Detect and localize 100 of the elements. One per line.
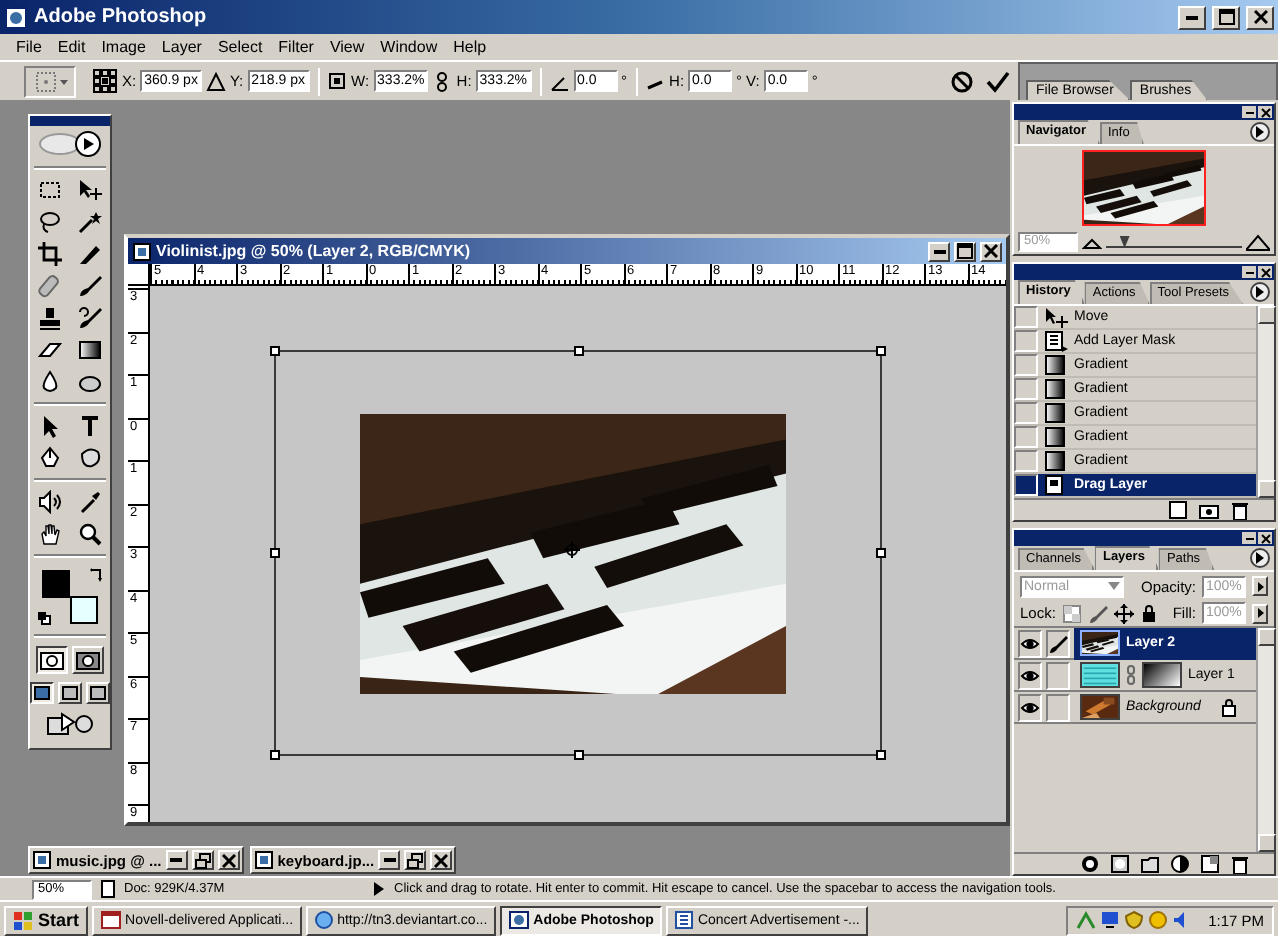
visibility-toggle[interactable] bbox=[1018, 629, 1042, 657]
ruler-origin[interactable] bbox=[128, 264, 150, 286]
arrow-button[interactable] bbox=[1252, 576, 1268, 596]
panel-close-button[interactable] bbox=[1258, 266, 1272, 278]
minimize-button[interactable] bbox=[928, 241, 950, 261]
foreground-color-swatch[interactable] bbox=[42, 570, 70, 598]
start-button[interactable]: Start bbox=[4, 905, 88, 935]
panel-minimize-button[interactable] bbox=[1242, 266, 1256, 278]
menu-item[interactable]: File bbox=[8, 38, 50, 56]
transform-handle[interactable] bbox=[270, 548, 280, 558]
lock-icon[interactable] bbox=[1139, 603, 1158, 623]
magic-wand-icon[interactable] bbox=[78, 210, 102, 234]
panel-close-button[interactable] bbox=[1258, 106, 1272, 118]
eyedropper-icon[interactable] bbox=[78, 490, 102, 514]
transform-handle[interactable] bbox=[876, 346, 886, 356]
palette-menu-button[interactable] bbox=[1250, 282, 1270, 302]
speaker-icon[interactable] bbox=[38, 490, 62, 514]
swap-arrow-icon[interactable] bbox=[90, 566, 104, 582]
close-button[interactable] bbox=[430, 850, 453, 870]
bandage-icon[interactable] bbox=[38, 274, 62, 298]
minimize-button[interactable] bbox=[165, 850, 188, 870]
history-brush-icon[interactable] bbox=[78, 306, 102, 330]
trash-icon[interactable] bbox=[1230, 500, 1250, 520]
navigator-view-box[interactable] bbox=[1082, 150, 1206, 226]
shield-icon[interactable] bbox=[1124, 910, 1145, 930]
menu-arrow-icon[interactable] bbox=[372, 880, 386, 898]
move-icon[interactable] bbox=[1113, 603, 1134, 623]
gradient-icon[interactable] bbox=[78, 338, 102, 362]
folder-icon[interactable] bbox=[1140, 854, 1160, 874]
transform-handle[interactable] bbox=[573, 750, 583, 760]
transform-handle[interactable] bbox=[573, 346, 583, 356]
screen-mode-button[interactable] bbox=[30, 682, 54, 704]
crop-icon[interactable] bbox=[38, 242, 62, 266]
transform-handle[interactable] bbox=[876, 548, 886, 558]
search-icon[interactable] bbox=[78, 522, 102, 546]
text-tool-icon[interactable] bbox=[78, 414, 102, 438]
mask-thumbnail[interactable] bbox=[1142, 662, 1182, 688]
pointer-icon[interactable] bbox=[38, 414, 62, 438]
arrow-button[interactable] bbox=[1252, 603, 1268, 623]
mask-mode-button[interactable] bbox=[36, 646, 68, 674]
minimize-button[interactable] bbox=[1178, 5, 1206, 29]
palette-menu-button[interactable] bbox=[1250, 548, 1270, 568]
mask-icon[interactable] bbox=[1110, 854, 1130, 874]
transform-handle[interactable] bbox=[270, 750, 280, 760]
transform-handle[interactable] bbox=[876, 750, 886, 760]
menu-item[interactable]: Select bbox=[209, 38, 271, 56]
monitor-icon[interactable] bbox=[1100, 910, 1121, 930]
lock-transparency-icon[interactable] bbox=[1061, 603, 1082, 623]
menu-item[interactable]: Filter bbox=[270, 38, 322, 56]
slice-icon[interactable] bbox=[78, 242, 102, 266]
pivot-point-icon[interactable] bbox=[564, 542, 580, 558]
cancel-button[interactable] bbox=[946, 67, 978, 95]
eraser-icon[interactable] bbox=[38, 338, 62, 362]
trash-icon[interactable] bbox=[1230, 854, 1250, 874]
visibility-toggle[interactable] bbox=[1018, 693, 1042, 721]
maximize-button[interactable] bbox=[954, 241, 976, 261]
move-icon[interactable] bbox=[78, 178, 102, 202]
minimize-button[interactable] bbox=[378, 850, 401, 870]
zoom-in-icon[interactable] bbox=[1246, 233, 1270, 251]
camera-icon[interactable] bbox=[1198, 500, 1220, 520]
hand-icon[interactable] bbox=[38, 522, 62, 546]
panel-minimize-button[interactable] bbox=[1242, 106, 1256, 118]
scroll-bar[interactable] bbox=[1256, 628, 1274, 852]
stamp-icon[interactable] bbox=[38, 306, 62, 330]
tool-preset-picker[interactable] bbox=[24, 65, 76, 97]
circle-icon[interactable] bbox=[1148, 910, 1169, 930]
default-colors-icon[interactable] bbox=[38, 612, 52, 626]
transform-handle[interactable] bbox=[270, 346, 280, 356]
scroll-bar[interactable] bbox=[1256, 306, 1274, 498]
menu-item[interactable]: Help bbox=[445, 38, 495, 56]
restore-button[interactable] bbox=[404, 850, 427, 870]
zoom-slider[interactable] bbox=[1106, 236, 1242, 248]
menu-item[interactable]: View bbox=[321, 38, 373, 56]
menu-item[interactable]: Layer bbox=[153, 38, 210, 56]
lasso-icon[interactable] bbox=[38, 210, 62, 234]
menu-item[interactable]: Window bbox=[372, 38, 446, 56]
commit-button[interactable] bbox=[982, 67, 1014, 95]
close-button[interactable] bbox=[1246, 5, 1274, 29]
marquee-icon[interactable] bbox=[38, 178, 62, 202]
shape-icon[interactable] bbox=[78, 446, 102, 470]
transform-bounding-box[interactable] bbox=[274, 350, 882, 756]
palette-menu-button[interactable] bbox=[1250, 122, 1270, 142]
reference-point-icon[interactable] bbox=[92, 68, 118, 94]
menu-item[interactable]: Edit bbox=[49, 38, 94, 56]
visibility-toggle[interactable] bbox=[1018, 661, 1042, 689]
background-color-swatch[interactable] bbox=[70, 596, 98, 624]
drop-icon[interactable] bbox=[38, 370, 62, 394]
close-button[interactable] bbox=[217, 850, 240, 870]
menu-item[interactable]: Image bbox=[93, 38, 154, 56]
brush-icon[interactable] bbox=[78, 274, 102, 298]
panel-minimize-button[interactable] bbox=[1242, 532, 1256, 544]
new-document-icon[interactable] bbox=[1168, 500, 1188, 520]
sponge-icon[interactable] bbox=[78, 370, 102, 394]
adjustment-icon[interactable] bbox=[1170, 854, 1190, 874]
close-button[interactable] bbox=[980, 241, 1002, 261]
zoom-out-icon[interactable] bbox=[1082, 234, 1102, 250]
pen-icon[interactable] bbox=[38, 446, 62, 470]
new-layer-icon[interactable] bbox=[1200, 854, 1220, 874]
restore-button[interactable] bbox=[191, 850, 214, 870]
panel-close-button[interactable] bbox=[1258, 532, 1272, 544]
